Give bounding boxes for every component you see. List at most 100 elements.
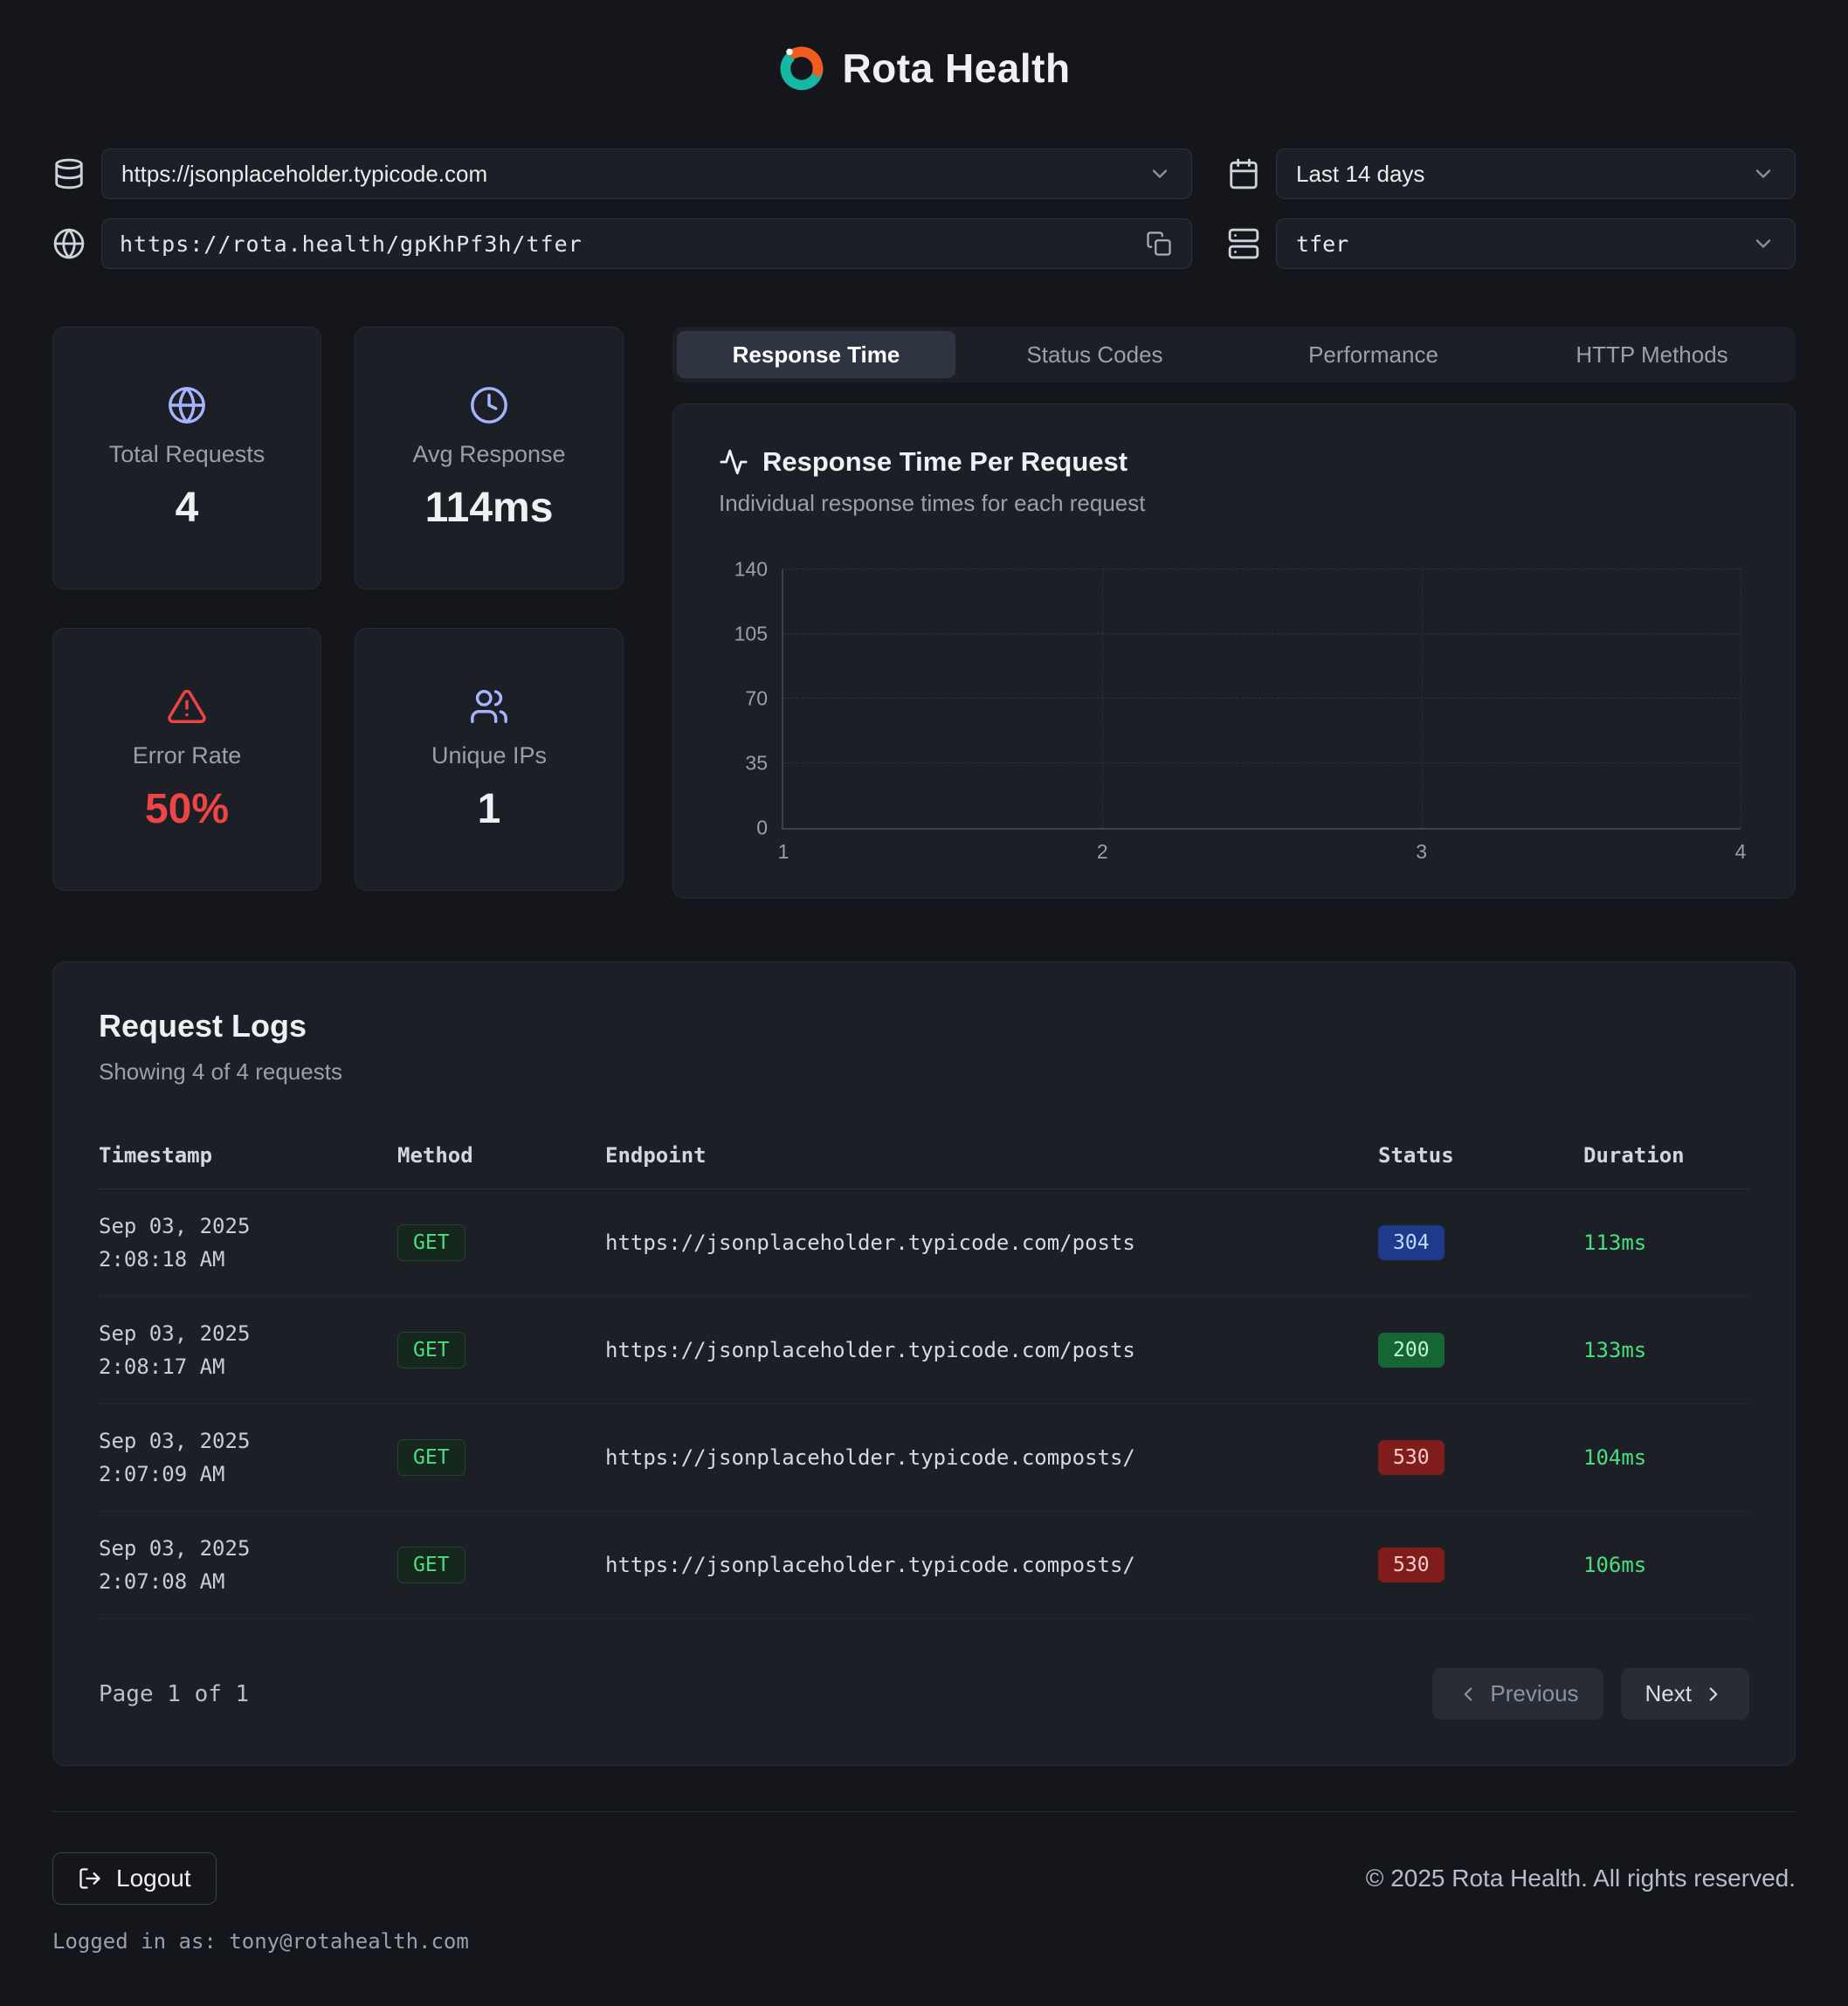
log-time: 2:07:09 AM (99, 1462, 397, 1486)
chart-tabs: Response Time Status Codes Performance H… (672, 327, 1796, 383)
stats-grid: Total Requests 4 Avg Response 114ms Erro… (52, 327, 624, 899)
method-badge: GET (397, 1224, 465, 1261)
chevron-right-icon (1702, 1683, 1725, 1706)
table-row: Sep 03, 2025 2:07:09 AM GET https://json… (99, 1404, 1749, 1512)
column-header-endpoint: Endpoint (605, 1143, 1378, 1168)
copyright-text: © 2025 Rota Health. All rights reserved. (1366, 1865, 1796, 1892)
status-cell: 530 (1378, 1548, 1583, 1582)
method-cell: GET (397, 1439, 605, 1476)
brand-name: Rota Health (842, 45, 1070, 92)
stat-value: 50% (145, 785, 229, 833)
table-row: Sep 03, 2025 2:08:17 AM GET https://json… (99, 1297, 1749, 1404)
stat-label: Total Requests (109, 441, 265, 468)
method-cell: GET (397, 1224, 605, 1261)
share-url-value: https://rota.health/gpKhPf3h/tfer (120, 231, 583, 257)
calendar-icon (1227, 157, 1260, 190)
chart-plot: 035701051401234 (782, 569, 1741, 830)
duration-cell: 104ms (1583, 1445, 1749, 1470)
y-axis-tick: 0 (756, 817, 768, 840)
logout-button[interactable]: Logout (52, 1852, 217, 1905)
logs-title: Request Logs (99, 1008, 1749, 1044)
timestamp-cell: Sep 03, 2025 2:07:08 AM (99, 1536, 397, 1594)
y-axis-tick: 105 (734, 623, 768, 646)
globe-icon (52, 227, 86, 260)
globe-icon (167, 385, 207, 425)
duration-cell: 133ms (1583, 1338, 1749, 1362)
column-header-duration: Duration (1583, 1143, 1749, 1168)
dashboard-section: Total Requests 4 Avg Response 114ms Erro… (52, 327, 1796, 899)
method-badge: GET (397, 1439, 465, 1476)
chevron-left-icon (1457, 1683, 1479, 1706)
tab[interactable]: Response Time (677, 331, 955, 378)
endpoint-cell: https://jsonplaceholder.typicode.com/pos… (605, 1338, 1378, 1362)
y-axis-tick: 35 (745, 752, 768, 776)
pagination: Page 1 of 1 Previous Next (99, 1668, 1749, 1720)
x-axis-tick: 1 (778, 840, 790, 864)
stat-label: Error Rate (133, 742, 242, 769)
api-endpoint-select[interactable]: https://jsonplaceholder.typicode.com (101, 148, 1192, 199)
endpoint-cell: https://jsonplaceholder.typicode.compost… (605, 1553, 1378, 1577)
chart-column: Response Time Status Codes Performance H… (672, 327, 1796, 899)
page-indicator: Page 1 of 1 (99, 1681, 249, 1707)
brand-logo-icon (777, 44, 826, 93)
chart-card: Response Time Per Request Individual res… (672, 403, 1796, 899)
method-badge: GET (397, 1332, 465, 1368)
tab[interactable]: HTTP Methods (1513, 331, 1791, 378)
stat-value: 4 (176, 484, 199, 532)
users-icon (469, 686, 509, 727)
timestamp-cell: Sep 03, 2025 2:08:18 AM (99, 1214, 397, 1272)
chart-subtitle: Individual response times for each reque… (719, 490, 1749, 517)
control-row-1: https://jsonplaceholder.typicode.com Las… (52, 148, 1796, 199)
chevron-down-icon (1751, 231, 1776, 256)
logs-table-body: Sep 03, 2025 2:08:18 AM GET https://json… (99, 1189, 1749, 1619)
copy-button[interactable] (1144, 229, 1174, 259)
stat-card-error-rate: Error Rate 50% (52, 628, 321, 891)
method-cell: GET (397, 1547, 605, 1583)
chart-title-row: Response Time Per Request (719, 446, 1749, 478)
status-cell: 530 (1378, 1440, 1583, 1475)
clock-icon (469, 385, 509, 425)
page-footer: Logout © 2025 Rota Health. All rights re… (52, 1811, 1796, 1954)
dashboard-page: Rota Health https://jsonplaceholder.typi… (0, 0, 1848, 2006)
logs-table: Timestamp Method Endpoint Status Duratio… (99, 1134, 1749, 1619)
project-key-select[interactable]: tfer (1276, 218, 1796, 269)
database-icon (52, 157, 86, 190)
endpoint-cell: https://jsonplaceholder.typicode.compost… (605, 1445, 1378, 1470)
status-cell: 304 (1378, 1225, 1583, 1260)
log-date: Sep 03, 2025 (99, 1214, 397, 1238)
status-badge: 530 (1378, 1548, 1445, 1582)
log-date: Sep 03, 2025 (99, 1536, 397, 1561)
stat-value: 1 (478, 785, 501, 833)
duration-cell: 106ms (1583, 1553, 1749, 1577)
log-time: 2:07:08 AM (99, 1569, 397, 1594)
logs-subtitle: Showing 4 of 4 requests (99, 1058, 1749, 1086)
chevron-down-icon (1751, 162, 1776, 186)
next-page-button[interactable]: Next (1621, 1668, 1749, 1720)
request-logs-card: Request Logs Showing 4 of 4 requests Tim… (52, 962, 1796, 1766)
control-row-2: https://rota.health/gpKhPf3h/tfer tfer (52, 218, 1796, 269)
x-axis-tick: 2 (1097, 840, 1108, 864)
tab[interactable]: Status Codes (955, 331, 1234, 378)
duration-cell: 113ms (1583, 1230, 1749, 1255)
logged-in-as: Logged in as: tony@rotahealth.com (52, 1929, 1796, 1954)
x-axis-tick: 3 (1416, 840, 1427, 864)
stat-label: Avg Response (412, 441, 565, 468)
chart-plot-wrap: 035701051401234 (719, 569, 1749, 872)
tab[interactable]: Performance (1234, 331, 1513, 378)
gridline-v (1422, 569, 1423, 828)
previous-page-button[interactable]: Previous (1432, 1668, 1603, 1720)
table-row: Sep 03, 2025 2:08:18 AM GET https://json… (99, 1189, 1749, 1297)
stat-label: Unique IPs (431, 742, 547, 769)
y-axis-tick: 140 (734, 558, 768, 582)
column-header-timestamp: Timestamp (99, 1143, 397, 1168)
timestamp-cell: Sep 03, 2025 2:07:09 AM (99, 1429, 397, 1486)
log-date: Sep 03, 2025 (99, 1321, 397, 1346)
previous-label: Previous (1490, 1680, 1578, 1707)
method-cell: GET (397, 1332, 605, 1368)
status-badge: 530 (1378, 1440, 1445, 1475)
stat-value: 114ms (425, 484, 554, 532)
share-url-field[interactable]: https://rota.health/gpKhPf3h/tfer (101, 218, 1192, 269)
status-badge: 200 (1378, 1333, 1445, 1368)
next-label: Next (1645, 1680, 1692, 1707)
date-range-select[interactable]: Last 14 days (1276, 148, 1796, 199)
